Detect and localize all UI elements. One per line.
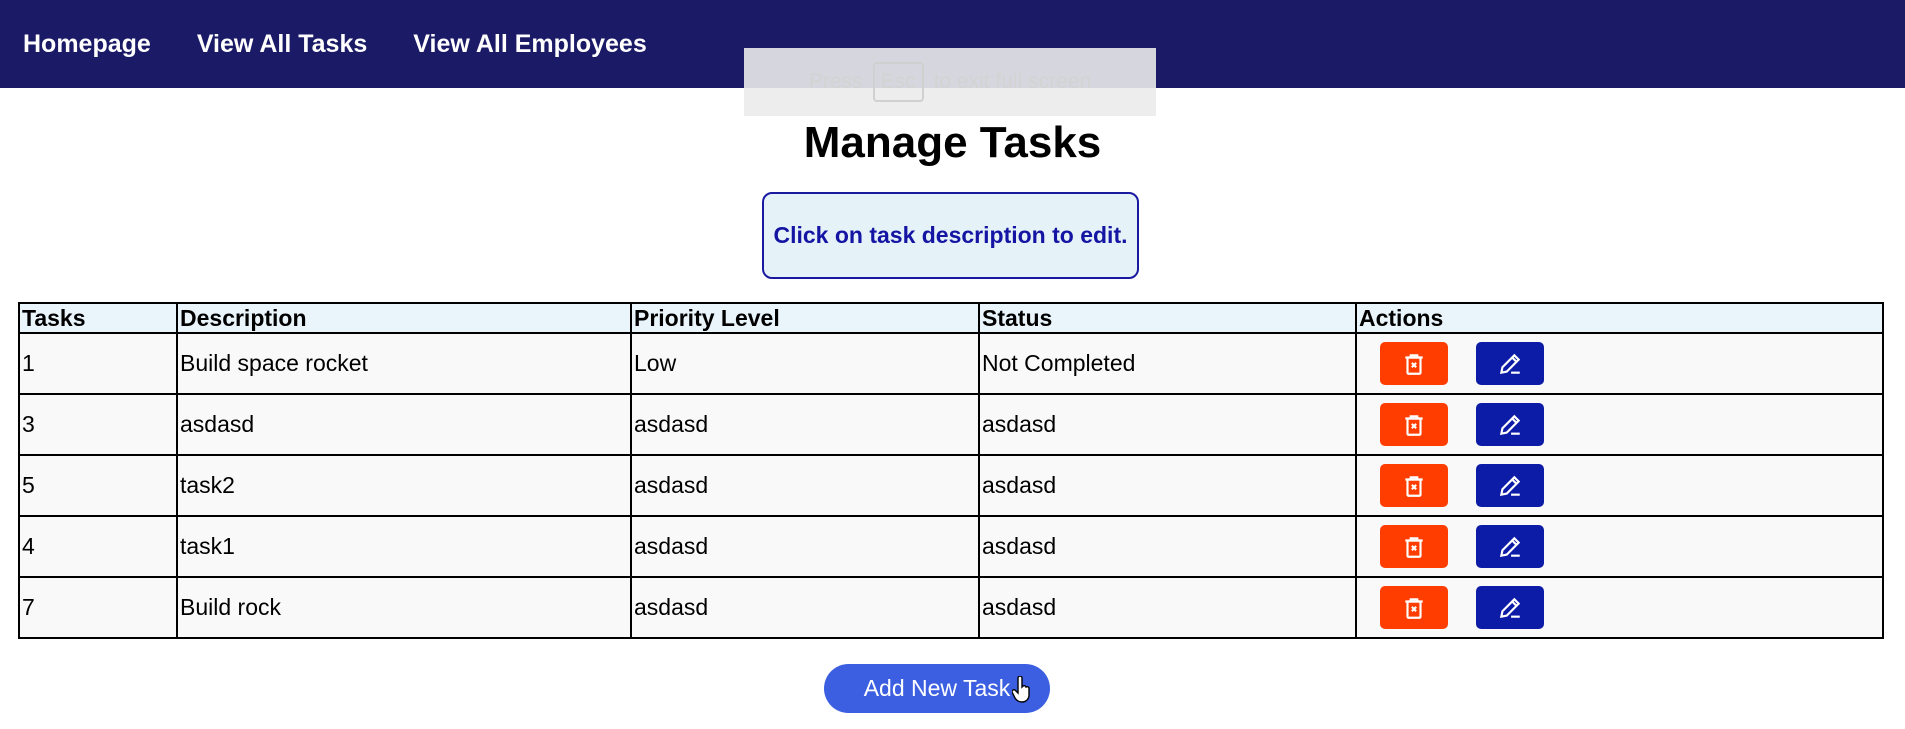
trash-icon	[1401, 412, 1427, 438]
pencil-icon	[1497, 351, 1523, 377]
nav-link-view-all-tasks[interactable]: View All Tasks	[197, 30, 367, 59]
pencil-icon	[1497, 412, 1523, 438]
cell-status: asdasd	[978, 393, 1357, 456]
table-row: 4 task1 asdasd asdasd	[18, 515, 1884, 578]
header-description: Description	[176, 302, 632, 334]
trash-icon	[1401, 534, 1427, 560]
trash-icon	[1401, 473, 1427, 499]
header-tasks: Tasks	[18, 302, 178, 334]
cell-status: asdasd	[978, 454, 1357, 517]
table-row: 7 Build rock asdasd asdasd	[18, 576, 1884, 639]
cell-priority: asdasd	[630, 393, 980, 456]
table-row: 1 Build space rocket Low Not Completed	[18, 332, 1884, 395]
cell-task-id: 5	[18, 454, 178, 517]
cell-task-id: 1	[18, 332, 178, 395]
cell-description[interactable]: task2	[176, 454, 632, 517]
cell-description[interactable]: asdasd	[176, 393, 632, 456]
row-actions	[1359, 342, 1880, 385]
cell-priority: asdasd	[630, 454, 980, 517]
cell-actions	[1355, 332, 1884, 395]
cell-actions	[1355, 576, 1884, 639]
delete-task-button[interactable]	[1380, 403, 1448, 446]
pencil-icon	[1497, 473, 1523, 499]
cell-description[interactable]: task1	[176, 515, 632, 578]
fullscreen-notice: Press Esc to exit full screen	[744, 48, 1156, 116]
trash-icon	[1401, 351, 1427, 377]
edit-task-button[interactable]	[1476, 586, 1544, 629]
cell-status: asdasd	[978, 576, 1357, 639]
trash-icon	[1401, 595, 1427, 621]
page-title: Manage Tasks	[803, 118, 1102, 167]
header-status: Status	[978, 302, 1357, 334]
cell-actions	[1355, 393, 1884, 456]
pencil-icon	[1497, 595, 1523, 621]
cell-priority: Low	[630, 332, 980, 395]
edit-hint-box: Click on task description to edit.	[762, 192, 1139, 279]
table-row: 5 task2 asdasd asdasd	[18, 454, 1884, 517]
header-priority-level: Priority Level	[630, 302, 980, 334]
pencil-icon	[1497, 534, 1523, 560]
cell-status: Not Completed	[978, 332, 1357, 395]
tasks-table: Tasks Description Priority Level Status …	[18, 302, 1884, 639]
fullscreen-notice-rest: to exit full screen	[933, 70, 1092, 93]
delete-task-button[interactable]	[1380, 586, 1448, 629]
row-actions	[1359, 403, 1880, 446]
nav-link-homepage[interactable]: Homepage	[23, 30, 151, 59]
cell-task-id: 7	[18, 576, 178, 639]
cell-description[interactable]: Build rock	[176, 576, 632, 639]
fullscreen-notice-press: Press	[808, 70, 863, 93]
hand-pointer-icon	[1012, 676, 1030, 703]
edit-task-button[interactable]	[1476, 342, 1544, 385]
cell-actions	[1355, 515, 1884, 578]
cell-task-id: 4	[18, 515, 178, 578]
row-actions	[1359, 525, 1880, 568]
cell-description[interactable]: Build space rocket	[176, 332, 632, 395]
cell-actions	[1355, 454, 1884, 517]
edit-task-button[interactable]	[1476, 403, 1544, 446]
cell-task-id: 3	[18, 393, 178, 456]
delete-task-button[interactable]	[1380, 525, 1448, 568]
header-actions: Actions	[1355, 302, 1884, 334]
cell-priority: asdasd	[630, 576, 980, 639]
table-row: 3 asdasd asdasd asdasd	[18, 393, 1884, 456]
nav-link-view-all-employees[interactable]: View All Employees	[413, 30, 646, 59]
delete-task-button[interactable]	[1380, 464, 1448, 507]
row-actions	[1359, 586, 1880, 629]
delete-task-button[interactable]	[1380, 342, 1448, 385]
row-actions	[1359, 464, 1880, 507]
esc-key-badge: Esc	[872, 62, 924, 102]
table-header-row: Tasks Description Priority Level Status …	[18, 302, 1884, 334]
cell-priority: asdasd	[630, 515, 980, 578]
edit-task-button[interactable]	[1476, 464, 1544, 507]
edit-task-button[interactable]	[1476, 525, 1544, 568]
cell-status: asdasd	[978, 515, 1357, 578]
